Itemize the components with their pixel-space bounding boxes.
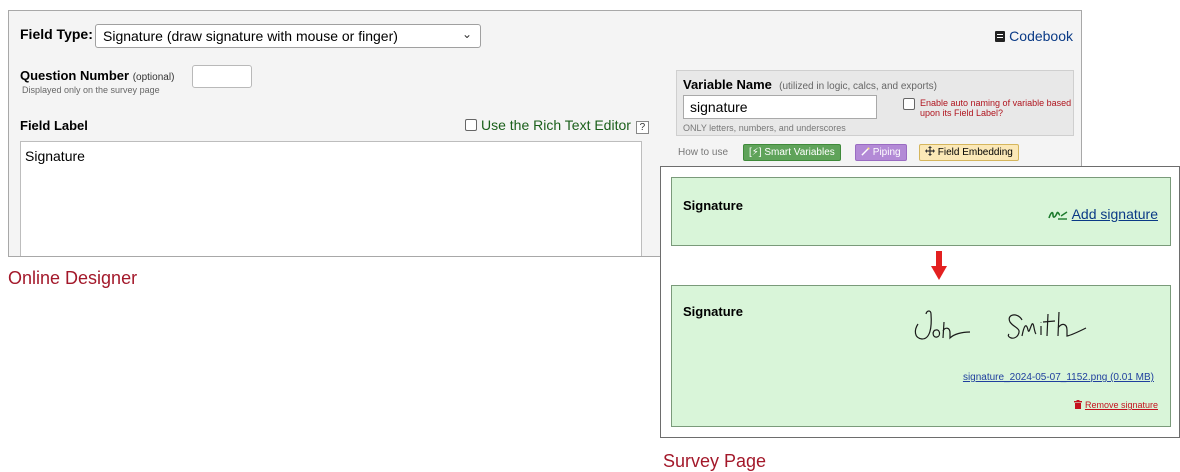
signature-field-label: Signature [683,304,743,319]
variable-name-box: Variable Name (utilized in logic, calcs,… [676,70,1074,136]
piping-button[interactable]: Piping [855,144,907,161]
auto-naming-checkbox[interactable] [903,98,915,110]
add-signature-link[interactable]: Add signature [1047,206,1158,222]
survey-page-panel: Signature Add signature Signature signat… [660,166,1180,438]
question-number-hint: Displayed only on the survey page [22,85,160,95]
add-signature-label: Add signature [1071,206,1158,222]
wand-icon [861,147,870,156]
remove-signature-link[interactable]: Remove signature [1073,400,1158,410]
field-label-textarea[interactable]: Signature [20,141,642,256]
field-label-heading: Field Label [20,118,88,133]
field-embedding-label: Field Embedding [937,147,1013,158]
field-type-select[interactable]: Signature (draw signature with mouse or … [95,24,481,48]
signature-pen-icon [1047,211,1067,220]
remove-signature-label: Remove signature [1084,400,1158,410]
signature-field-label: Signature [683,198,743,213]
variable-name-title: Variable Name (utilized in logic, calcs,… [683,77,937,92]
variable-name-heading: Variable Name [683,77,772,92]
variable-name-hint: ONLY letters, numbers, and underscores [683,123,846,133]
rich-text-editor-toggle[interactable]: Use the Rich Text Editor? [465,117,649,134]
signature-file-link[interactable]: signature_2024-05-07_1152.png (0.01 MB) [963,372,1154,383]
piping-label: Piping [872,147,901,158]
signature-image [914,310,1087,340]
survey-page-caption: Survey Page [663,451,767,471]
arrow-down-icon [931,251,947,280]
chevron-down-icon: ⌄ [461,27,472,41]
rich-text-checkbox[interactable] [465,119,477,131]
signature-field-signed: Signature signature_2024-05-07_1152.png … [671,285,1171,427]
codebook-label: Codebook [1009,28,1073,44]
how-to-use-label: How to use [678,147,729,158]
field-type-value: Signature (draw signature with mouse or … [103,28,398,44]
variable-name-input[interactable]: signature [683,95,877,119]
rich-text-label: Use the Rich Text Editor [481,117,631,133]
question-number-optional: (optional) [132,72,175,83]
question-number-label: Question Number (optional) [20,68,174,83]
codebook-link[interactable]: Codebook [995,28,1073,44]
book-icon [995,31,1006,42]
online-designer-caption: Online Designer [8,268,138,288]
auto-naming-label: Enable auto naming of variable based upo… [920,98,1072,118]
move-icon [925,146,935,156]
smart-variables-button[interactable]: [⚡] Smart Variables [743,144,841,161]
signature-field-empty: Signature Add signature [671,177,1171,246]
question-number-input[interactable] [192,65,252,88]
field-embedding-button[interactable]: Field Embedding [919,144,1019,161]
field-type-label: Field Type: [20,26,93,42]
auto-naming-option[interactable]: Enable auto naming of variable based upo… [903,98,1078,118]
help-icon[interactable]: ? [635,121,649,134]
trash-icon [1073,400,1082,409]
question-number-title: Question Number [20,68,130,83]
variable-name-util: (utilized in logic, calcs, and exports) [779,81,937,92]
